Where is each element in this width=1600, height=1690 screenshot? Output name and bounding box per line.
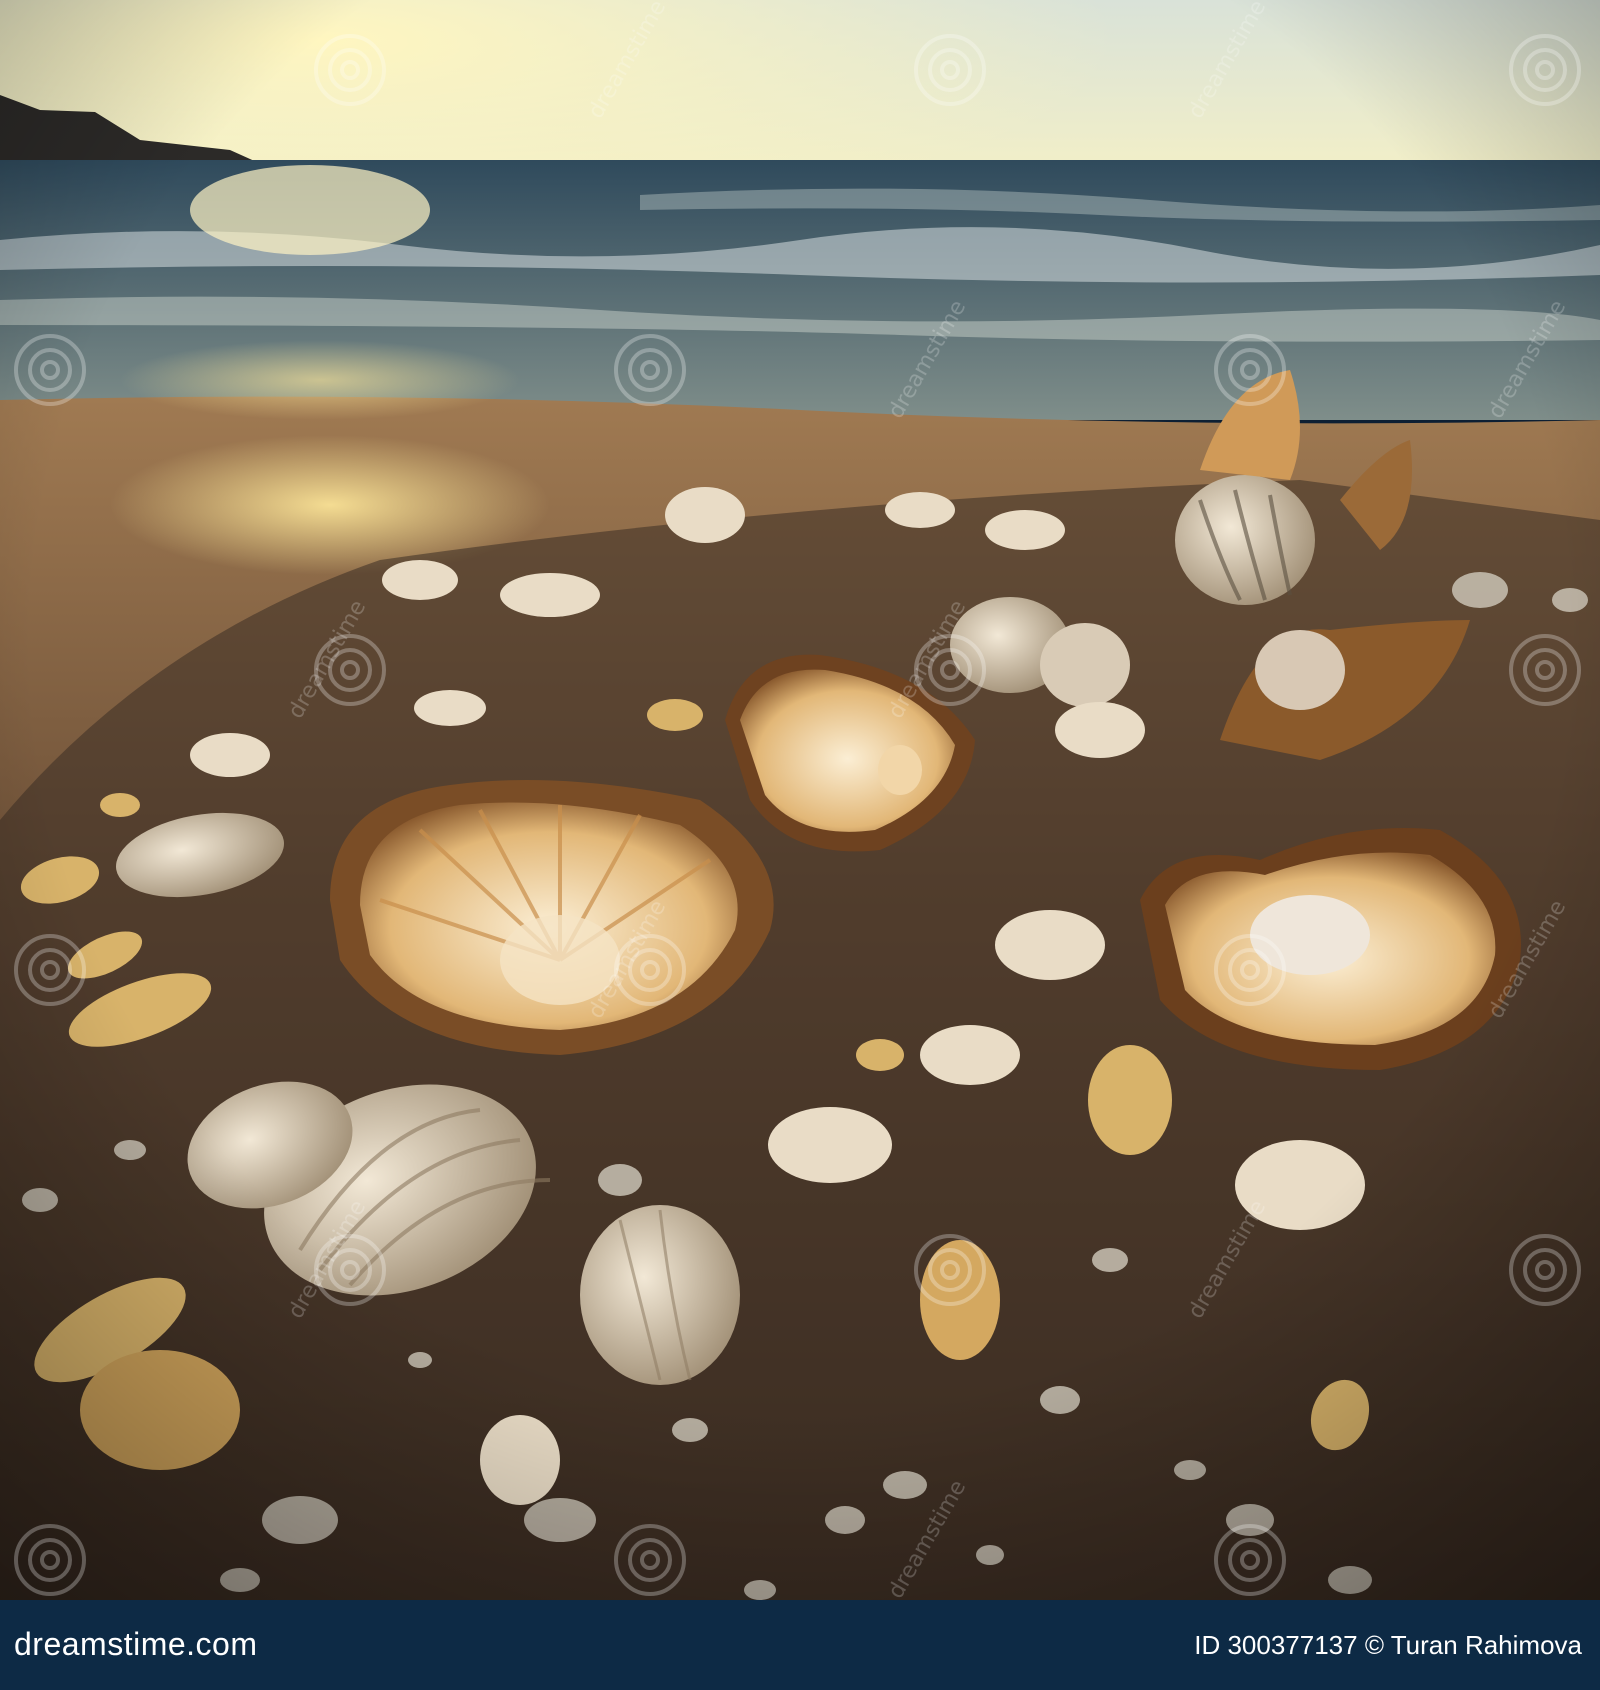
stock-footer-bar: dreamstime.com ID 300377137 © Turan Rahi… (0, 1600, 1600, 1690)
image-id: 300377137 (1227, 1630, 1358, 1660)
image-credit: ID 300377137 © Turan Rahimova (1194, 1630, 1582, 1661)
seashells-beach-scene: dreamstime dreamstime dreamstime dreamst… (0, 0, 1600, 1600)
site-name[interactable]: dreamstime.com (14, 1626, 258, 1663)
copyright-symbol: © (1364, 1630, 1384, 1660)
id-label: ID (1194, 1630, 1221, 1660)
beach-photo: dreamstime dreamstime dreamstime dreamst… (0, 0, 1600, 1600)
author-name: Turan Rahimova (1390, 1630, 1582, 1660)
vignette (0, 0, 1600, 1600)
